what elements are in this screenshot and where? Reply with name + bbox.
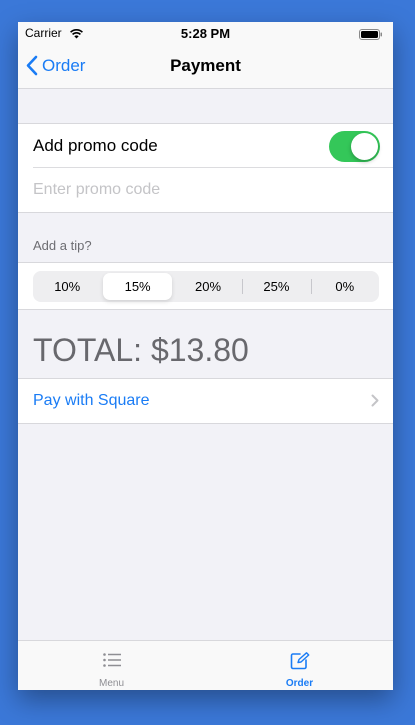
tip-option-10[interactable]: 10% bbox=[33, 271, 101, 302]
promo-toggle-label: Add promo code bbox=[33, 136, 158, 155]
tab-order[interactable]: Order bbox=[206, 641, 393, 690]
promo-code-input[interactable] bbox=[33, 174, 373, 206]
tip-option-15[interactable]: 15% bbox=[103, 273, 172, 300]
tip-segmented-control: 10% 15% 20% 25% 0% bbox=[33, 271, 379, 302]
tip-option-0[interactable]: 0% bbox=[310, 271, 379, 302]
page-title: Payment bbox=[170, 56, 241, 75]
tab-menu-label: Menu bbox=[98, 678, 124, 689]
order-total: TOTAL: $13.80 bbox=[33, 332, 249, 368]
tip-option-20[interactable]: 20% bbox=[174, 271, 242, 302]
tip-section-header: Add a tip? bbox=[33, 238, 92, 253]
navigation-bar: Order Payment bbox=[18, 44, 393, 89]
compose-icon bbox=[290, 652, 310, 675]
phone-screen: Carrier 5:28 PM Order Payment Add promo … bbox=[18, 22, 393, 690]
promo-toggle[interactable] bbox=[329, 131, 380, 162]
tab-order-label: Order bbox=[285, 678, 314, 689]
tab-menu[interactable]: Menu bbox=[18, 641, 205, 690]
toggle-knob bbox=[351, 133, 378, 160]
tip-option-25[interactable]: 25% bbox=[242, 271, 310, 302]
status-time: 5:28 PM bbox=[180, 26, 231, 41]
battery-icon bbox=[359, 28, 382, 40]
tab-bar: Menu Order bbox=[18, 640, 393, 690]
pay-with-square-label: Pay with Square bbox=[33, 392, 150, 409]
status-bar: Carrier 5:28 PM bbox=[18, 22, 393, 44]
chevron-right-icon bbox=[371, 394, 379, 412]
divider bbox=[33, 167, 393, 168]
pay-with-square-row[interactable]: Pay with Square bbox=[18, 378, 393, 424]
promo-section: Add promo code bbox=[18, 123, 393, 213]
tip-section: 10% 15% 20% 25% 0% bbox=[18, 262, 393, 310]
list-icon bbox=[102, 652, 122, 673]
